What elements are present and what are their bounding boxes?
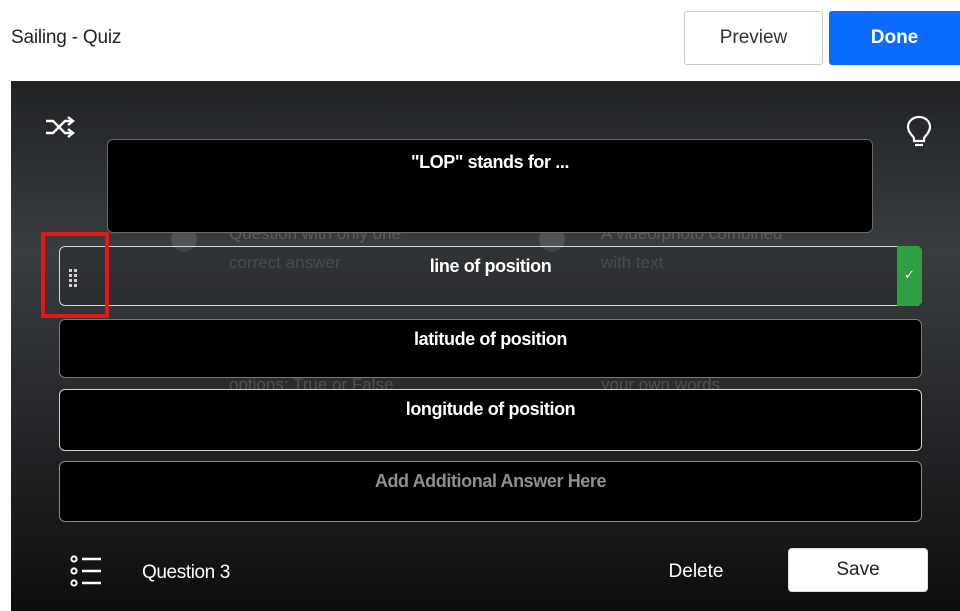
answer-text: latitude of position xyxy=(414,329,567,349)
question-list-icon[interactable] xyxy=(69,553,103,589)
top-bar: Sailing - Quiz Preview Done xyxy=(0,0,960,80)
save-button[interactable]: Save xyxy=(788,548,928,592)
delete-button[interactable]: Delete xyxy=(651,555,741,589)
quiz-title: Sailing - Quiz xyxy=(11,27,122,48)
done-button[interactable]: Done xyxy=(829,11,960,65)
question-input[interactable]: "LOP" stands for ... xyxy=(107,139,873,233)
lightbulb-icon[interactable] xyxy=(904,114,934,150)
question-editor: Question with only one correct answer A … xyxy=(11,81,960,611)
add-answer-placeholder: Add Additional Answer Here xyxy=(374,471,607,491)
answer-text: line of position xyxy=(429,256,552,276)
add-answer-input[interactable]: Add Additional Answer Here xyxy=(59,461,922,522)
annotation-highlight xyxy=(41,232,109,318)
shuffle-icon[interactable] xyxy=(44,114,76,140)
correct-answer-toggle[interactable]: ✓ xyxy=(897,246,922,306)
preview-button[interactable]: Preview xyxy=(684,11,823,65)
answer-option-1[interactable]: line of position ✓ xyxy=(59,246,922,306)
answer-text: longitude of position xyxy=(405,399,576,419)
question-text: "LOP" stands for ... xyxy=(410,152,570,172)
answer-option-2[interactable]: latitude of position xyxy=(59,319,922,378)
question-number-label: Question 3 xyxy=(142,562,230,583)
answer-option-3[interactable]: longitude of position xyxy=(59,389,922,451)
